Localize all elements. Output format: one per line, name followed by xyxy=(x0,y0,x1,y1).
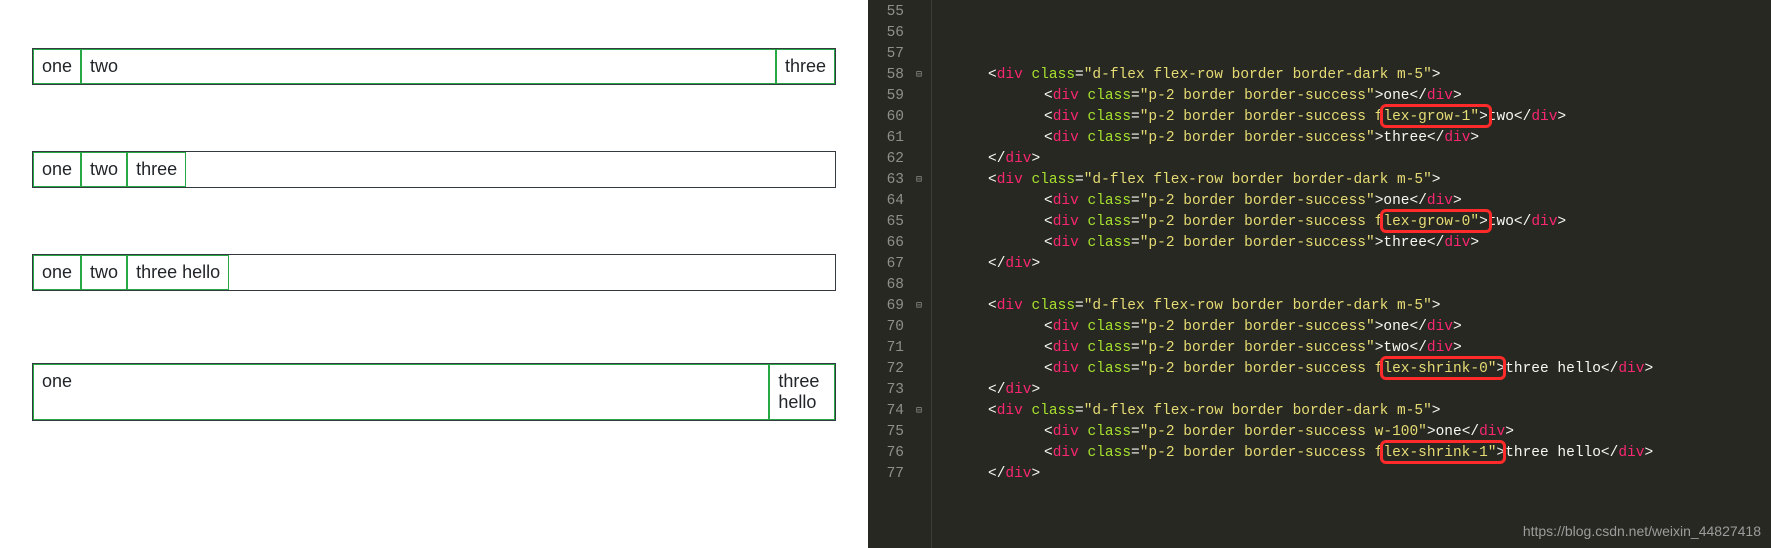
line-number: 70 xyxy=(868,317,904,338)
fold-marker[interactable] xyxy=(916,23,932,44)
code-line[interactable]: <div class="p-2 border border-success">t… xyxy=(932,128,1771,149)
fold-marker[interactable] xyxy=(916,275,932,296)
code-line[interactable]: </div> xyxy=(932,254,1771,275)
fold-marker[interactable] xyxy=(916,359,932,380)
flex-cell: three xyxy=(127,152,186,187)
fold-marker[interactable] xyxy=(916,107,932,128)
code-editor-content[interactable]: <div class="d-flex flex-row border borde… xyxy=(932,0,1771,548)
flex-cell: one xyxy=(33,49,81,84)
fold-column: ⊟ ⊟ ⊟ ⊟ xyxy=(916,0,932,548)
line-number: 59 xyxy=(868,86,904,107)
code-line[interactable]: <div class="p-2 border border-success">t… xyxy=(932,233,1771,254)
flex-row-3: onetwothree hello xyxy=(32,254,836,291)
code-line[interactable]: <div class="p-2 border border-success fl… xyxy=(932,359,1771,380)
line-number: 76 xyxy=(868,443,904,464)
code-line[interactable]: <div class="d-flex flex-row border borde… xyxy=(932,296,1771,317)
flex-cell: three hello xyxy=(127,255,229,290)
preview-pane: onetwothreeonetwothreeonetwothree helloo… xyxy=(0,0,868,548)
flex-row-1: onetwothree xyxy=(32,48,836,85)
flex-cell: three xyxy=(776,49,835,84)
code-line[interactable] xyxy=(932,23,1771,44)
fold-marker[interactable] xyxy=(916,128,932,149)
code-line[interactable]: <div class="p-2 border border-success w-… xyxy=(932,422,1771,443)
code-line[interactable]: <div class="d-flex flex-row border borde… xyxy=(932,65,1771,86)
flex-cell: one xyxy=(33,255,81,290)
line-number: 58 xyxy=(868,65,904,86)
line-number: 64 xyxy=(868,191,904,212)
line-number: 62 xyxy=(868,149,904,170)
code-line[interactable]: <div class="p-2 border border-success">o… xyxy=(932,317,1771,338)
fold-marker[interactable] xyxy=(916,338,932,359)
line-number: 67 xyxy=(868,254,904,275)
fold-marker[interactable]: ⊟ xyxy=(916,65,932,86)
flex-row-2: onetwothree xyxy=(32,151,836,188)
code-line[interactable]: </div> xyxy=(932,149,1771,170)
line-number: 73 xyxy=(868,380,904,401)
line-number: 66 xyxy=(868,233,904,254)
flex-row-4: onethree hello xyxy=(32,363,836,421)
line-number: 74 xyxy=(868,401,904,422)
line-number: 72 xyxy=(868,359,904,380)
code-line[interactable]: <div class="d-flex flex-row border borde… xyxy=(932,401,1771,422)
code-line[interactable] xyxy=(932,44,1771,65)
code-line[interactable]: <div class="p-2 border border-success fl… xyxy=(932,212,1771,233)
line-number: 75 xyxy=(868,422,904,443)
line-number: 56 xyxy=(868,23,904,44)
fold-marker[interactable] xyxy=(916,233,932,254)
flex-cell: two xyxy=(81,49,776,84)
line-number: 57 xyxy=(868,44,904,65)
code-line[interactable]: <div class="p-2 border border-success fl… xyxy=(932,443,1771,464)
fold-marker[interactable]: ⊟ xyxy=(916,401,932,422)
code-line[interactable] xyxy=(932,275,1771,296)
line-number: 60 xyxy=(868,107,904,128)
line-number: 63 xyxy=(868,170,904,191)
code-line[interactable] xyxy=(932,2,1771,23)
code-line[interactable]: </div> xyxy=(932,380,1771,401)
flex-cell: two xyxy=(81,255,127,290)
line-number: 68 xyxy=(868,275,904,296)
flex-cell: one xyxy=(33,152,81,187)
fold-marker[interactable] xyxy=(916,86,932,107)
flex-cell: three hello xyxy=(769,364,835,420)
fold-marker[interactable] xyxy=(916,149,932,170)
line-number: 61 xyxy=(868,128,904,149)
fold-marker[interactable]: ⊟ xyxy=(916,170,932,191)
fold-marker[interactable] xyxy=(916,422,932,443)
code-line[interactable]: <div class="p-2 border border-success">o… xyxy=(932,86,1771,107)
watermark-text: https://blog.csdn.net/weixin_44827418 xyxy=(1523,521,1761,542)
line-number: 65 xyxy=(868,212,904,233)
code-line[interactable]: <div class="p-2 border border-success">o… xyxy=(932,191,1771,212)
fold-marker[interactable] xyxy=(916,212,932,233)
line-number: 71 xyxy=(868,338,904,359)
fold-marker[interactable] xyxy=(916,464,932,485)
code-line[interactable]: <div class="d-flex flex-row border borde… xyxy=(932,170,1771,191)
code-editor-pane: 5556575859606162636465666768697071727374… xyxy=(868,0,1771,548)
fold-marker[interactable] xyxy=(916,317,932,338)
line-number: 77 xyxy=(868,464,904,485)
fold-marker[interactable] xyxy=(916,2,932,23)
fold-marker[interactable] xyxy=(916,44,932,65)
line-number-gutter: 5556575859606162636465666768697071727374… xyxy=(868,0,916,548)
fold-marker[interactable]: ⊟ xyxy=(916,296,932,317)
fold-marker[interactable] xyxy=(916,380,932,401)
code-line[interactable]: <div class="p-2 border border-success fl… xyxy=(932,107,1771,128)
fold-marker[interactable] xyxy=(916,191,932,212)
code-line[interactable]: <div class="p-2 border border-success">t… xyxy=(932,338,1771,359)
flex-cell: one xyxy=(33,364,769,420)
fold-marker[interactable] xyxy=(916,443,932,464)
fold-marker[interactable] xyxy=(916,254,932,275)
line-number: 55 xyxy=(868,2,904,23)
code-line[interactable]: </div> xyxy=(932,464,1771,485)
flex-cell: two xyxy=(81,152,127,187)
line-number: 69 xyxy=(868,296,904,317)
